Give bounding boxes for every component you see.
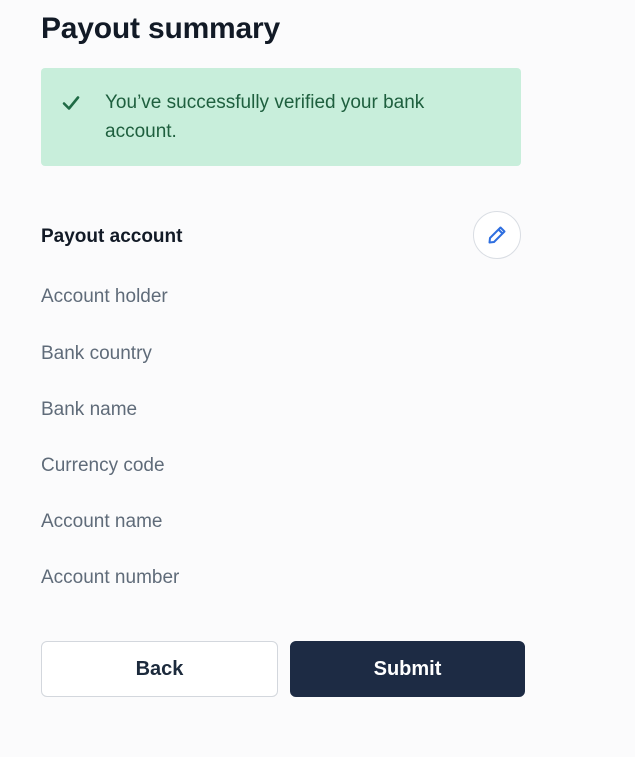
bank-country-label: Bank country xyxy=(41,343,152,364)
payout-summary-page: Payout summary You’ve successfully verif… xyxy=(0,0,635,757)
edit-payout-account-button[interactable] xyxy=(473,211,521,259)
account-holder-label: Account holder xyxy=(41,286,168,307)
pencil-icon xyxy=(485,223,509,247)
back-button[interactable]: Back xyxy=(41,641,278,697)
payout-account-heading: Payout account xyxy=(41,226,183,247)
submit-button[interactable]: Submit xyxy=(290,641,525,697)
account-number-label: Account number xyxy=(41,567,180,588)
success-alert: You’ve successfully verified your bank a… xyxy=(41,68,521,166)
bank-name-label: Bank name xyxy=(41,399,138,420)
page-title: Payout summary xyxy=(41,12,280,45)
currency-code-label: Currency code xyxy=(41,455,165,476)
checkmark-icon xyxy=(61,93,81,113)
success-message: You’ve successfully verified your bank a… xyxy=(105,92,425,142)
account-name-label: Account name xyxy=(41,511,163,532)
